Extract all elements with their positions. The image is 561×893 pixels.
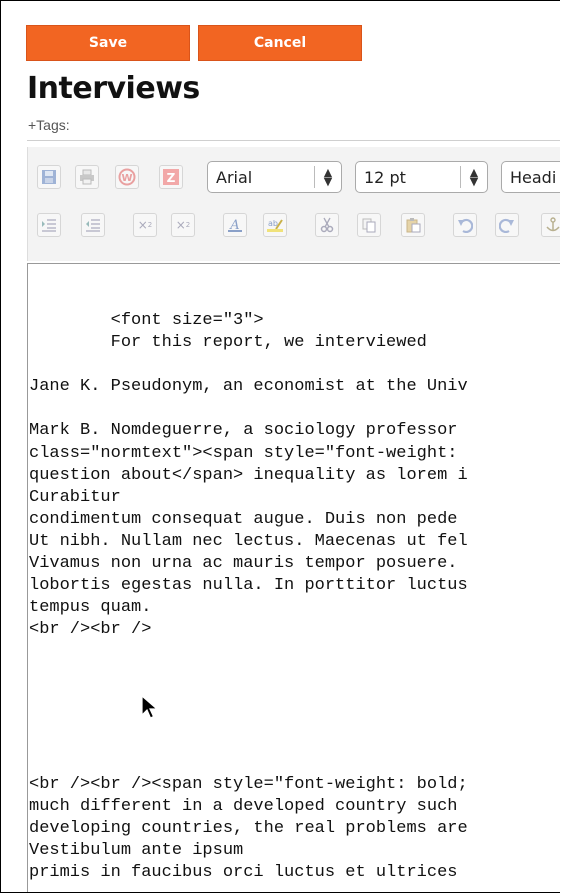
svg-text:Z: Z	[167, 171, 176, 185]
source-line: Mark B. Nomdeguerre, a sociology profess…	[29, 421, 458, 441]
source-text: <font size="3"> For this report, we inte…	[29, 310, 468, 884]
font-size-value: 12 pt	[364, 167, 406, 187]
chevron-updown-icon: ▲ ▼	[314, 166, 341, 188]
source-line: class="normtext"><span style="font-weigh…	[29, 443, 458, 463]
source-line: Vivamus non urna ac mauris tempor posuer…	[29, 554, 458, 574]
font-color-icon[interactable]: A	[223, 213, 247, 237]
undo-icon[interactable]	[453, 213, 477, 237]
source-line: question about</span> inequality as lore…	[29, 465, 468, 485]
block-format-value: Headi	[510, 167, 557, 187]
copy-icon[interactable]	[357, 213, 381, 237]
source-line: developing countries, the real problems …	[29, 819, 468, 839]
subscript-icon[interactable]: × 2	[133, 213, 157, 237]
mouse-pointer-icon	[141, 694, 159, 726]
print-icon[interactable]	[75, 165, 99, 189]
cancel-button[interactable]: Cancel	[198, 25, 362, 61]
font-family-value: Arial	[216, 167, 253, 187]
source-line: condimentum consequat augue. Duis non pe…	[29, 509, 458, 529]
source-line: much different in a developed country su…	[29, 797, 458, 817]
block-format-select[interactable]: Headi	[501, 161, 560, 193]
highlight-icon[interactable]: ab	[263, 213, 287, 237]
source-line: <font size="3">	[29, 311, 264, 330]
cut-icon[interactable]	[315, 213, 339, 237]
redo-icon[interactable]	[495, 213, 519, 237]
outdent-icon[interactable]	[81, 213, 105, 237]
source-line: primis in faucibus orci luctus et ultric…	[29, 863, 458, 883]
source-line: <br /><br /><span style="font-weight: bo…	[29, 774, 468, 794]
tags-link[interactable]: +Tags:	[28, 117, 70, 133]
source-line: Ut nibh. Nullam nec lectus. Maecenas ut …	[29, 531, 468, 551]
save-icon[interactable]	[37, 165, 61, 189]
superscript-icon[interactable]: × 2	[171, 213, 195, 237]
source-line: <br /><br />	[29, 620, 152, 640]
page-title: Interviews	[27, 71, 200, 106]
save-button[interactable]: Save	[26, 25, 190, 61]
indent-icon[interactable]	[37, 213, 61, 237]
paste-icon[interactable]	[401, 213, 425, 237]
svg-text:W: W	[121, 173, 132, 184]
source-line: Vestibulum ante ipsum	[29, 841, 244, 861]
anchor-icon[interactable]	[541, 213, 560, 237]
word-paste-icon[interactable]: W	[115, 165, 139, 189]
source-line: Curabitur	[29, 487, 121, 507]
source-line: lobortis egestas nulla. In porttitor luc…	[29, 576, 468, 596]
font-family-select[interactable]: Arial ▲ ▼	[207, 161, 342, 193]
source-line: tempus quam.	[29, 598, 152, 618]
divider	[27, 140, 560, 141]
window-frame: Save Cancel Interviews +Tags: W Z Arial …	[0, 0, 560, 893]
editor-content-area[interactable]: <font size="3"> For this report, we inte…	[27, 263, 560, 892]
font-size-select[interactable]: 12 pt ▲ ▼	[355, 161, 488, 193]
source-line: For this report, we interviewed	[29, 333, 427, 353]
source-line: Jane K. Pseudonym, an economist at the U…	[29, 377, 468, 397]
chevron-updown-icon: ▲ ▼	[460, 166, 487, 188]
zoho-icon[interactable]: Z	[159, 165, 183, 189]
